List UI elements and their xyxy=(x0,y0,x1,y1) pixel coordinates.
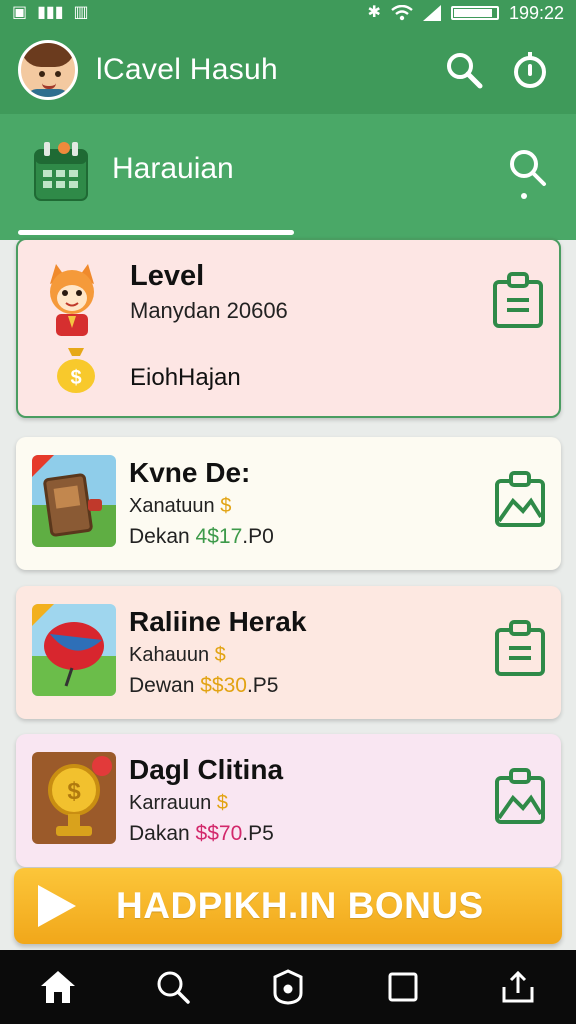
nav-square[interactable] xyxy=(373,957,433,1017)
bottom-navigation xyxy=(0,950,576,1024)
game-info: Karrauun $ xyxy=(129,792,228,815)
search-icon xyxy=(447,53,483,89)
play-icon xyxy=(38,885,76,927)
game-reward: Dakan $$70.P5 xyxy=(129,822,274,846)
avatar[interactable] xyxy=(18,40,78,100)
cell-signal-icon xyxy=(422,5,441,21)
avatar-eye xyxy=(55,71,61,77)
app-screen: ▣ ▮▮▮ ▥ ✱ 199:22 lCavel Hasuh Harauian $… xyxy=(0,0,576,1024)
battery-level xyxy=(453,9,492,17)
reward-label: Dakan xyxy=(129,822,190,845)
reward-suffix: .P0 xyxy=(242,525,274,548)
coin-label: EiohHajan xyxy=(130,364,241,391)
treasure-cabinet-thumbnail xyxy=(32,455,116,547)
game-card[interactable]: Raliine Herak Kahauun $ Dewan $$30.P5 xyxy=(16,586,561,719)
status-left-icons: ▣ ▮▮▮ ▥ xyxy=(12,5,89,21)
clipboard-icon[interactable] xyxy=(493,620,547,678)
square-icon xyxy=(388,972,418,1002)
avatar-shirt xyxy=(27,89,69,97)
fox-mascot-icon xyxy=(50,264,94,336)
game-title: Dagl Clitina xyxy=(129,754,284,785)
status-time: 199:22 xyxy=(508,2,564,23)
level-title: Level xyxy=(130,260,205,292)
reward-amount: $$70 xyxy=(195,822,243,845)
svg-text:$: $ xyxy=(70,367,81,389)
calendar-icon xyxy=(34,142,88,201)
game-info: Kahauun $ xyxy=(129,644,226,667)
home-icon xyxy=(40,971,75,1003)
status-right-icons: ✱ 199:22 xyxy=(368,3,564,24)
nav-shield[interactable] xyxy=(258,957,318,1017)
bonus-button[interactable]: HADPIKH.IN BONUS xyxy=(14,868,562,944)
timer-icon xyxy=(514,52,546,88)
avatar-eye xyxy=(39,71,45,77)
nav-home[interactable] xyxy=(28,957,88,1017)
reward-amount: $$30 xyxy=(200,674,247,697)
tab-header: Harauian xyxy=(0,114,576,240)
app-title: lCavel Hasuh xyxy=(96,53,279,86)
reward-amount: 4$17 xyxy=(195,525,243,548)
battery-icon xyxy=(450,6,499,20)
timer-button[interactable] xyxy=(502,42,558,98)
nav-search[interactable] xyxy=(143,957,203,1017)
signal-notification-icon: ▮▮▮ xyxy=(37,4,64,21)
reward-suffix: .P5 xyxy=(242,822,274,845)
search-icon[interactable] xyxy=(504,144,552,200)
tab-label[interactable]: Harauian xyxy=(112,152,234,186)
game-reward: Dekan 4$17.P0 xyxy=(129,525,274,549)
status-bar: ▣ ▮▮▮ ▥ ✱ 199:22 xyxy=(0,0,576,26)
game-info-label: Kahauun xyxy=(129,644,210,666)
image-notification-icon: ▣ xyxy=(12,4,28,21)
bonus-label: HADPIKH.IN BONUS xyxy=(116,885,484,926)
search-button[interactable] xyxy=(436,42,492,98)
game-reward: Dewan $$30.P5 xyxy=(129,674,278,698)
dollar-icon: $ xyxy=(216,792,228,814)
wifi-icon xyxy=(391,5,413,21)
image-icon[interactable] xyxy=(493,471,547,529)
bluetooth-icon: ✱ xyxy=(367,4,381,21)
game-title: Kvne De: xyxy=(129,457,251,488)
dollar-icon: $ xyxy=(220,495,232,517)
shield-icon xyxy=(273,969,303,1005)
reward-suffix: .P5 xyxy=(246,674,279,697)
svg-text:$: $ xyxy=(67,778,81,805)
red-balloon-thumbnail xyxy=(32,604,116,696)
gallery-notification-icon: ▥ xyxy=(73,4,89,21)
clipboard-icon[interactable] xyxy=(491,272,545,330)
nav-share[interactable] xyxy=(488,957,548,1017)
game-card[interactable]: Kvne De: Xanatuun $ Dekan 4$17.P0 xyxy=(16,437,561,570)
coin-bag-icon: $ xyxy=(57,348,95,393)
game-card[interactable]: $ Dagl Clitina Karrauun $ Dakan $$70.P5 xyxy=(16,734,561,867)
image-icon[interactable] xyxy=(493,768,547,826)
reward-label: Dewan xyxy=(129,674,195,697)
level-card[interactable]: $ Level Manydan 20606 EiohHajan xyxy=(16,238,561,418)
level-subtitle: Manydan 20606 xyxy=(130,298,288,323)
gold-trophy-thumbnail: $ xyxy=(32,752,116,844)
app-bar: lCavel Hasuh xyxy=(0,26,576,114)
share-icon xyxy=(502,970,534,1003)
dollar-icon: $ xyxy=(214,644,226,666)
reward-label: Dekan xyxy=(129,525,190,548)
tab-indicator xyxy=(18,230,294,235)
search-icon xyxy=(157,971,190,1004)
game-info-label: Karrauun xyxy=(129,792,212,814)
game-title: Raliine Herak xyxy=(129,606,307,637)
avatar-hair xyxy=(21,43,75,67)
game-info-label: Xanatuun xyxy=(129,495,215,517)
game-info: Xanatuun $ xyxy=(129,495,231,518)
